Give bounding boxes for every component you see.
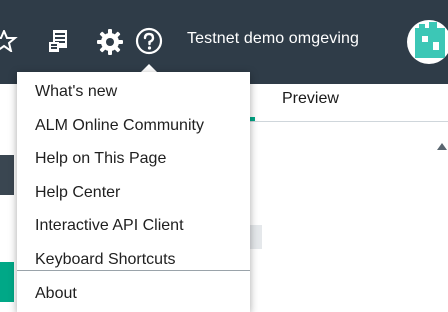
avatar[interactable] — [407, 20, 448, 64]
menu-item-about[interactable]: About — [17, 277, 250, 311]
menu-item-interactive-api-client[interactable]: Interactive API Client — [17, 209, 250, 243]
gear-icon[interactable] — [96, 28, 124, 56]
help-menu: What's new ALM Online Community Help on … — [17, 72, 250, 312]
tab-underline — [250, 121, 448, 122]
help-icon[interactable] — [135, 27, 163, 55]
accent-block — [0, 262, 14, 302]
menu-item-help-on-this-page[interactable]: Help on This Page — [17, 142, 250, 176]
sidebar-block — [0, 155, 14, 195]
menu-item-whats-new[interactable]: What's new — [17, 75, 250, 109]
tab-preview[interactable]: Preview — [282, 90, 339, 108]
menu-item-keyboard-shortcuts[interactable]: Keyboard Shortcuts — [17, 243, 250, 277]
scroll-block — [250, 225, 262, 249]
menu-item-alm-online-community[interactable]: ALM Online Community — [17, 109, 250, 143]
menu-item-help-center[interactable]: Help Center — [17, 176, 250, 210]
clipboard-icon[interactable] — [46, 28, 72, 54]
menu-pointer — [141, 64, 157, 72]
menu-divider — [17, 270, 250, 271]
star-icon[interactable] — [0, 30, 18, 52]
accent-mark — [250, 117, 255, 121]
sort-caret-icon[interactable] — [437, 143, 447, 150]
environment-title: Testnet demo omgeving — [187, 30, 359, 47]
